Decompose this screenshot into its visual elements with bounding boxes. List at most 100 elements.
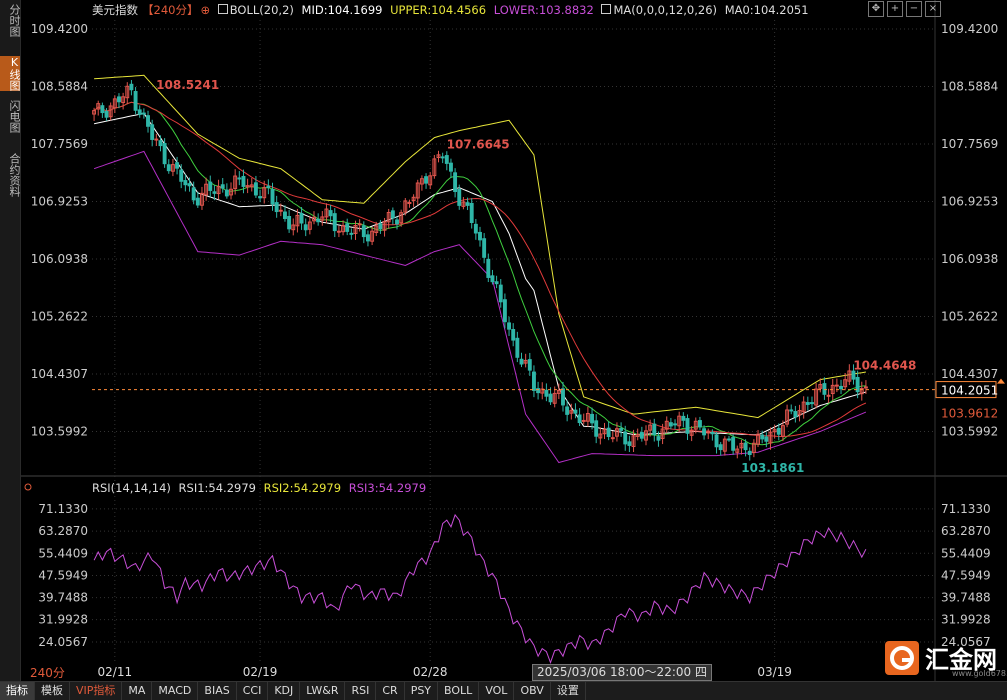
indicator-tab[interactable]: MACD	[152, 682, 199, 700]
y-tick-label-left: 107.7569	[31, 137, 88, 151]
candle-body	[548, 393, 553, 403]
side-tab[interactable]: 分时图	[0, 4, 21, 37]
candle-body	[224, 189, 229, 197]
secondary-price-tag: 103.9612	[941, 407, 998, 421]
target-icon[interactable]: ⊕	[200, 3, 210, 17]
candle-body	[444, 155, 449, 164]
y-tick-label-left: 104.4307	[31, 367, 88, 381]
rsi-tick-label-left: 39.7488	[38, 591, 88, 605]
candle-body	[478, 231, 482, 241]
y-tick-label-right: 108.5884	[941, 79, 998, 93]
candle-body	[440, 156, 445, 159]
candle-body	[714, 434, 719, 448]
side-tab[interactable]: 闪电图	[0, 100, 21, 133]
period-label[interactable]: 240分	[30, 664, 65, 681]
zoom-out-icon[interactable]: −	[906, 1, 922, 17]
rsi-tick-label-right: 31.9928	[941, 613, 991, 627]
candle-body	[789, 409, 794, 412]
indicator-tab[interactable]: 设置	[551, 682, 586, 700]
candle-body	[191, 187, 196, 201]
crosshair-expand-icon[interactable]: ✥	[868, 1, 884, 17]
candle-body	[573, 409, 578, 414]
indicator-tab[interactable]: VOL	[479, 682, 515, 700]
rsi-tick-label-left: 71.1330	[38, 502, 88, 516]
candle-body	[656, 436, 661, 441]
side-tab[interactable]: 合约资料	[0, 153, 21, 197]
price-chart[interactable]: 108.5241 107.6645 104.4648 103.1861	[92, 74, 935, 475]
y-tick-label-right: 109.4200	[941, 22, 998, 36]
y-tick-label-left: 106.0938	[31, 252, 88, 266]
candle-body	[133, 91, 138, 111]
candle-body	[697, 420, 702, 428]
candle-body	[834, 384, 839, 387]
candle-body	[283, 211, 287, 220]
candle-body	[117, 96, 121, 103]
candle-body	[208, 181, 213, 191]
close-icon[interactable]: ×	[925, 1, 941, 17]
crosshair-date-label: 2025/03/06 18:00～22:00 四	[532, 664, 712, 681]
y-tick-label-left: 106.9253	[31, 194, 88, 208]
candle-body	[104, 110, 109, 118]
candle-body	[710, 431, 715, 435]
candle-body	[581, 419, 586, 422]
candle-body	[146, 115, 150, 127]
indicator-tab[interactable]: PSY	[405, 682, 439, 700]
indicator-tab[interactable]: LW&R	[300, 682, 346, 700]
legend-period[interactable]: 【240分】	[142, 3, 198, 17]
indicator-tab[interactable]: KDJ	[268, 682, 301, 700]
candle-body	[378, 223, 383, 230]
side-tab-strip: 分时图 K线图闪电图合约资料	[0, 0, 21, 681]
candle-body	[805, 402, 810, 405]
ma12-line	[93, 101, 866, 446]
candle-body	[141, 112, 146, 115]
candle-body	[685, 418, 690, 434]
indicator-tab[interactable]: 模板	[35, 682, 70, 700]
indicator-tab[interactable]: RSI	[345, 682, 377, 700]
candle-body	[274, 202, 279, 213]
last-price-tag: 104.2051	[941, 384, 998, 398]
candle-body	[465, 202, 470, 206]
indicator-tab[interactable]: VIP指标	[70, 682, 123, 700]
extreme-annotation: 104.4648	[853, 359, 916, 373]
candle-body	[610, 437, 615, 440]
rsi-legend: RSI(14,14,14) RSI1:54.2979 RSI2:54.2979 …	[92, 481, 430, 495]
candle-body	[328, 210, 333, 217]
candle-body	[498, 284, 503, 303]
candle-body	[760, 434, 765, 440]
legend-boll: BOLL(20,2)	[229, 3, 294, 17]
candle-body	[266, 185, 271, 188]
candle-body	[747, 450, 752, 456]
candle-body	[639, 432, 644, 439]
zoom-in-icon[interactable]: +	[887, 1, 903, 17]
indicator-tab[interactable]: BOLL	[438, 682, 480, 700]
candle-body	[494, 281, 499, 285]
candle-body	[395, 219, 399, 225]
legend-upper: UPPER:104.4566	[390, 3, 487, 17]
rsi-chart[interactable]	[93, 513, 867, 664]
candle-body	[490, 275, 495, 283]
indicator-tab[interactable]: OBV	[514, 682, 551, 700]
indicator-tab[interactable]: 指标	[0, 682, 35, 700]
rsi-tick-label-left: 55.4409	[38, 546, 88, 560]
extreme-annotation: 107.6645	[447, 137, 510, 151]
candle-body	[457, 188, 462, 206]
boll-square-icon	[217, 4, 228, 14]
rsi-tick-label-right: 39.7488	[941, 591, 991, 605]
candle-body	[764, 436, 769, 442]
candle-body	[731, 437, 736, 451]
indicator-tab[interactable]: CR	[376, 682, 405, 700]
chart-canvas[interactable]: 108.5241 107.6645 104.4648 103.1861 109.420…	[0, 0, 1007, 699]
indicator-tab[interactable]: BIAS	[198, 682, 237, 700]
candle-body	[718, 444, 723, 451]
candle-body	[519, 358, 524, 365]
x-tick-label: 02/11	[98, 665, 133, 679]
indicator-tab[interactable]: MA	[122, 682, 153, 700]
y-tick-label-right: 105.2622	[941, 309, 998, 323]
candle-body	[606, 427, 611, 437]
x-tick-label: 03/19	[757, 665, 792, 679]
indicator-tab[interactable]: CCI	[237, 682, 269, 700]
side-tab[interactable]: K线图	[0, 56, 21, 91]
candle-body	[486, 258, 491, 278]
rsi1-line	[93, 513, 867, 664]
x-tick-label: 02/28	[413, 665, 448, 679]
